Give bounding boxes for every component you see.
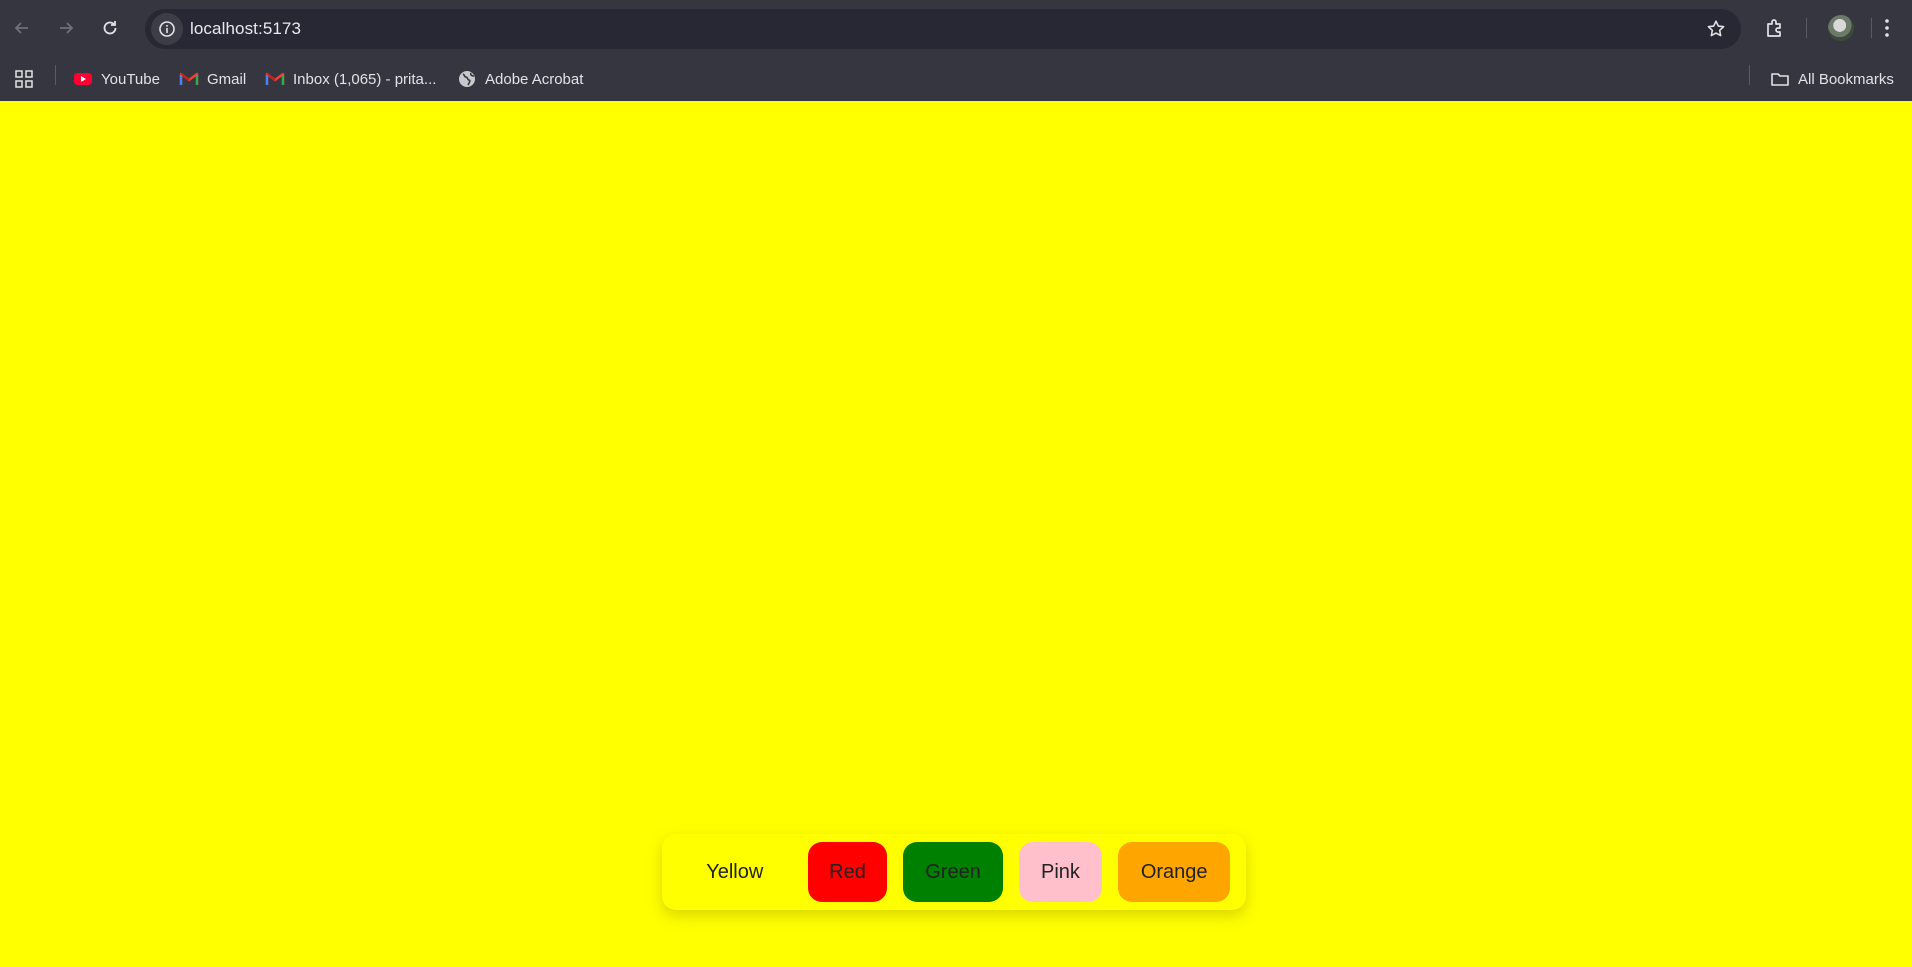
bookmark-inbox[interactable]: Inbox (1,065) - prita...: [265, 66, 436, 92]
reload-button[interactable]: [94, 12, 126, 44]
bookmark-youtube[interactable]: YouTube: [73, 66, 160, 92]
toolbar-divider: [1806, 18, 1807, 38]
folder-icon: [1771, 73, 1789, 86]
green-button[interactable]: Green: [903, 842, 1003, 902]
bookmark-star-icon[interactable]: [1705, 18, 1727, 40]
info-icon: [159, 21, 175, 37]
pink-button[interactable]: Pink: [1018, 842, 1103, 902]
kebab-menu-icon: [1885, 19, 1889, 37]
profile-avatar[interactable]: [1828, 15, 1854, 41]
apps-button[interactable]: [14, 66, 34, 92]
bookmarks-divider: [1749, 65, 1750, 85]
forward-button[interactable]: [50, 12, 82, 44]
apps-grid-icon: [15, 70, 33, 88]
toolbar-divider: [1871, 18, 1872, 38]
forward-arrow-icon: [60, 22, 74, 34]
bookmark-label: YouTube: [101, 70, 160, 88]
browser-chrome: localhost:5173 YouTube Gmail Inbox (1,06…: [0, 0, 1912, 101]
yellow-button[interactable]: Yellow: [678, 842, 792, 902]
gmail-icon: [265, 72, 285, 85]
page-background: Yellow Red Green Pink Orange: [0, 101, 1912, 967]
puzzle-icon: [1767, 19, 1781, 37]
browser-menu-button[interactable]: [1873, 14, 1901, 42]
youtube-icon: [74, 73, 92, 85]
bookmark-label: Inbox (1,065) - prita...: [293, 70, 437, 88]
back-button[interactable]: [6, 12, 38, 44]
orange-button[interactable]: Orange: [1118, 842, 1230, 902]
bookmark-label: Gmail: [207, 70, 247, 88]
address-bar[interactable]: localhost:5173: [145, 9, 1741, 49]
globe-icon: [459, 71, 475, 87]
reload-icon: [103, 21, 117, 35]
gmail-icon: [179, 72, 199, 85]
bookmark-label: Adobe Acrobat: [485, 70, 584, 88]
browser-toolbar: localhost:5173: [0, 0, 1912, 56]
extensions-button[interactable]: [1761, 14, 1789, 42]
back-arrow-icon: [14, 22, 28, 34]
all-bookmarks-label: All Bookmarks: [1798, 70, 1894, 88]
bookmarks-divider: [55, 65, 56, 85]
bookmark-gmail[interactable]: Gmail: [179, 66, 246, 92]
red-button[interactable]: Red: [807, 842, 888, 902]
bookmark-adobe-acrobat[interactable]: Adobe Acrobat: [457, 66, 583, 92]
site-info-button[interactable]: [151, 13, 183, 45]
url-text: localhost:5173: [190, 19, 302, 38]
color-button-bar: Yellow Red Green Pink Orange: [662, 834, 1246, 910]
all-bookmarks-button[interactable]: All Bookmarks: [1770, 66, 1894, 92]
